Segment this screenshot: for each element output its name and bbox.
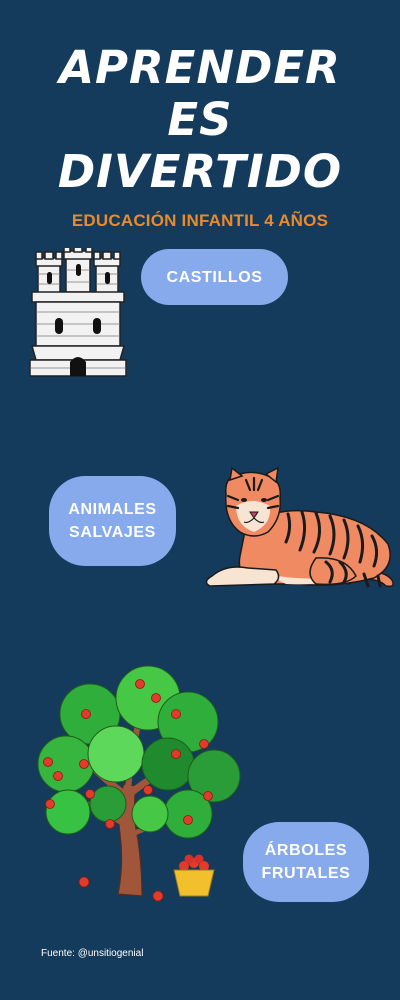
title-line-2: ES xyxy=(167,93,233,146)
page-title: APRENDER ES DIVERTIDO xyxy=(0,42,400,198)
tiger-icon xyxy=(205,466,394,588)
arboles-card: ÁRBOLES FRUTALES xyxy=(243,822,369,902)
animales-card: ANIMALES SALVAJES xyxy=(49,476,176,566)
castillos-label: CASTILLOS xyxy=(166,268,263,286)
source-credit: Fuente: @unsitiogenial xyxy=(41,948,144,959)
arboles-label-line2: FRUTALES xyxy=(261,865,351,882)
arboles-label-line1: ÁRBOLES xyxy=(264,842,348,859)
subtitle: EDUCACIÓN INFANTIL 4 AÑOS xyxy=(71,211,329,230)
castle-icon xyxy=(29,248,127,377)
title-line-3: DIVERTIDO xyxy=(57,145,343,198)
fruit-tree-icon xyxy=(37,665,241,902)
animales-label-line1: ANIMALES xyxy=(68,501,157,518)
castillos-card: CASTILLOS xyxy=(141,249,288,305)
animales-label-line2: SALVAJES xyxy=(69,524,156,541)
title-line-1: APRENDER xyxy=(59,41,341,94)
